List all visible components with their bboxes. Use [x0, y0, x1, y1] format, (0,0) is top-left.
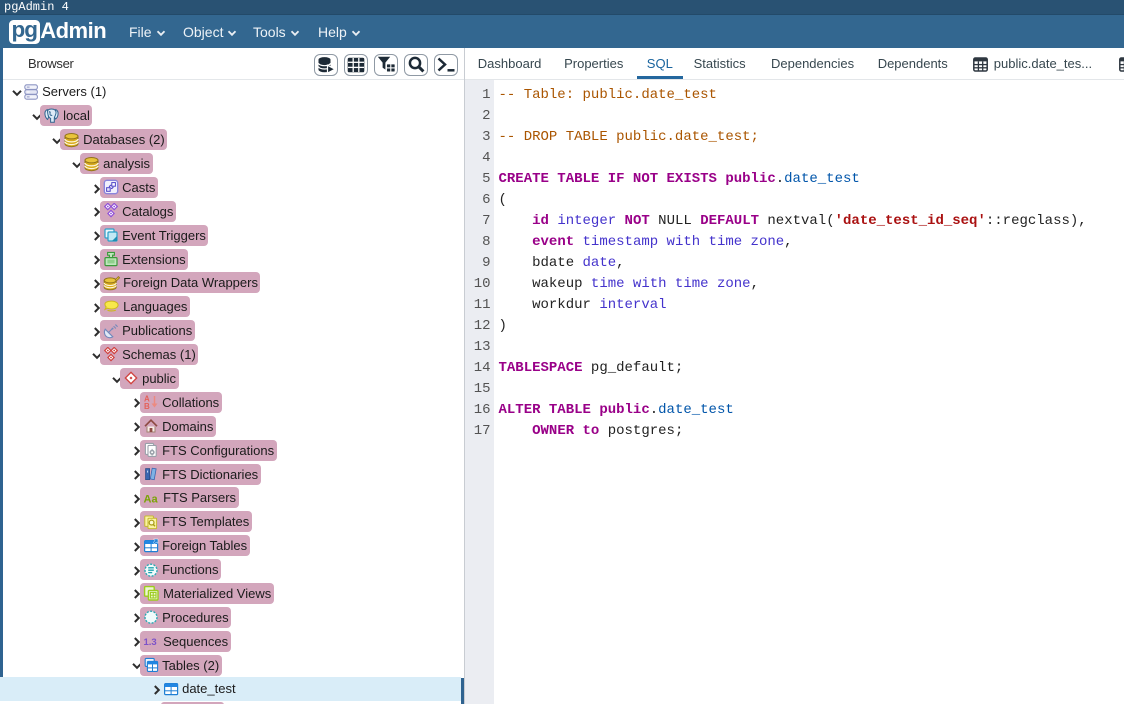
svg-text:Aa: Aa — [144, 493, 159, 505]
svg-text:B: B — [144, 402, 150, 410]
svg-text:1.3: 1.3 — [144, 637, 157, 648]
